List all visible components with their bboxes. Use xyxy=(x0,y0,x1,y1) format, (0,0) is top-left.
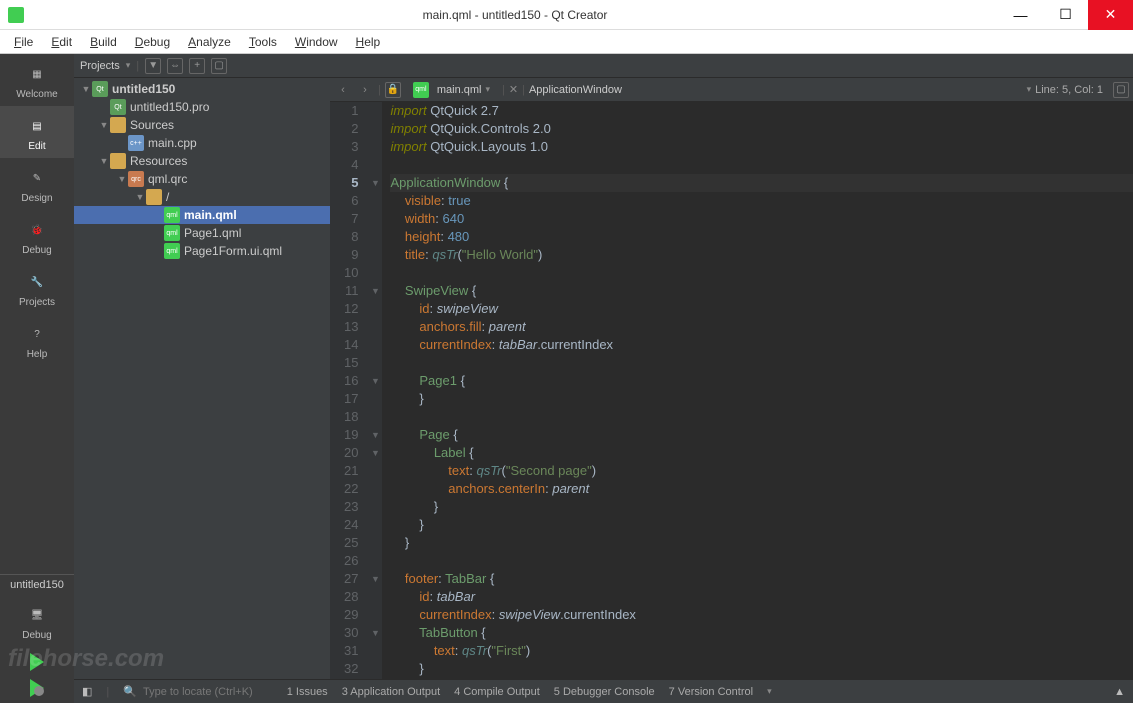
maximize-button[interactable]: ☐ xyxy=(1043,0,1088,30)
folder-icon xyxy=(110,153,126,169)
toggle-sidebar-icon[interactable]: ◧ xyxy=(82,685,92,698)
qml-icon: qml xyxy=(164,243,180,259)
tree-item[interactable]: qmlmain.qml xyxy=(74,206,330,224)
tree-item[interactable]: c++main.cpp xyxy=(74,134,330,152)
split-icon[interactable]: ▢ xyxy=(211,58,227,74)
window-title: main.qml - untitled150 - Qt Creator xyxy=(32,8,998,22)
output-pane-application-output[interactable]: 3 Application Output xyxy=(342,686,440,698)
minimize-button[interactable]: — xyxy=(998,0,1043,30)
menu-tools[interactable]: Tools xyxy=(241,33,285,51)
mode-debug[interactable]: 🐞Debug xyxy=(0,210,74,262)
lock-icon[interactable]: 🔒 xyxy=(385,82,401,98)
tree-item[interactable]: qmlPage1.qml xyxy=(74,224,330,242)
help-icon: ? xyxy=(25,322,49,346)
menu-file[interactable]: File xyxy=(6,33,41,51)
tree-item[interactable]: ▼qrcqml.qrc xyxy=(74,170,330,188)
tree-item[interactable]: Qtuntitled150.pro xyxy=(74,98,330,116)
folder-icon xyxy=(110,117,126,133)
output-pane-compile-output[interactable]: 4 Compile Output xyxy=(454,686,540,698)
close-document-icon[interactable]: ✕ xyxy=(509,83,518,96)
cpp-icon: c++ xyxy=(128,135,144,151)
code-editor[interactable]: import QtQuick 2.7import QtQuick.Control… xyxy=(382,102,1133,679)
kit-mode-label: Debug xyxy=(22,630,51,641)
qt-icon xyxy=(8,7,24,23)
folder-icon xyxy=(146,189,162,205)
grid-icon: ▦ xyxy=(25,62,49,86)
qml-icon: qml xyxy=(164,225,180,241)
line-column-indicator[interactable]: Line: 5, Col: 1 xyxy=(1035,84,1109,96)
mode-edit[interactable]: ▤Edit xyxy=(0,106,74,158)
wrench-icon: 🔧 xyxy=(25,270,49,294)
pro-icon: Qt xyxy=(92,81,108,97)
tree-item[interactable]: ▼Resources xyxy=(74,152,330,170)
menu-window[interactable]: Window xyxy=(287,33,346,51)
split-editor-icon[interactable]: ▢ xyxy=(1113,82,1129,98)
menu-debug[interactable]: Debug xyxy=(127,33,178,51)
symbol-breadcrumb[interactable]: ApplicationWindow xyxy=(529,84,1023,96)
menu-build[interactable]: Build xyxy=(82,33,125,51)
link-icon[interactable]: ⇔ xyxy=(167,58,183,74)
run-button[interactable] xyxy=(30,653,44,671)
filter-icon[interactable]: ▼ xyxy=(145,58,161,74)
qml-file-icon: qml xyxy=(413,82,429,98)
tree-item[interactable]: ▼Qtuntitled150 xyxy=(74,80,330,98)
pencil-icon: ✎ xyxy=(25,166,49,190)
menu-analyze[interactable]: Analyze xyxy=(180,33,239,51)
add-icon[interactable]: + xyxy=(189,58,205,74)
nav-back-icon[interactable]: ‹ xyxy=(334,81,352,99)
tree-item[interactable]: ▼/ xyxy=(74,188,330,206)
bug-icon: 🐞 xyxy=(25,218,49,242)
mode-welcome[interactable]: ▦Welcome xyxy=(0,54,74,106)
debug-run-button[interactable] xyxy=(30,679,44,697)
project-selector[interactable]: Projects ▾ xyxy=(80,60,130,72)
pro-icon: Qt xyxy=(110,99,126,115)
tree-item[interactable]: qmlPage1Form.ui.qml xyxy=(74,242,330,260)
mode-design[interactable]: ✎Design xyxy=(0,158,74,210)
doc-icon: ▤ xyxy=(25,114,49,138)
output-pane-version-control[interactable]: 7 Version Control xyxy=(669,686,753,698)
kit-project-label[interactable]: untitled150 xyxy=(0,574,74,595)
qml-icon: qml xyxy=(164,207,180,223)
qrc-icon: qrc xyxy=(128,171,144,187)
menu-edit[interactable]: Edit xyxy=(43,33,80,51)
open-file-selector[interactable]: qml main.qml ▾ xyxy=(405,82,498,98)
locator-input[interactable]: 🔍 Type to locate (Ctrl+K) xyxy=(123,685,252,698)
mode-projects[interactable]: 🔧Projects xyxy=(0,262,74,314)
menu-help[interactable]: Help xyxy=(348,33,389,51)
nav-forward-icon[interactable]: › xyxy=(356,81,374,99)
mode-help[interactable]: ?Help xyxy=(0,314,74,366)
progress-toggle-icon[interactable]: ▲ xyxy=(1114,686,1125,698)
output-pane-issues[interactable]: 1 Issues xyxy=(287,686,328,698)
output-pane-debugger-console[interactable]: 5 Debugger Console xyxy=(554,686,655,698)
kit-selector[interactable]: 🖥 Debug xyxy=(0,595,74,647)
search-icon: 🔍 xyxy=(123,685,137,698)
tree-item[interactable]: ▼Sources xyxy=(74,116,330,134)
close-button[interactable]: ✕ xyxy=(1088,0,1133,30)
